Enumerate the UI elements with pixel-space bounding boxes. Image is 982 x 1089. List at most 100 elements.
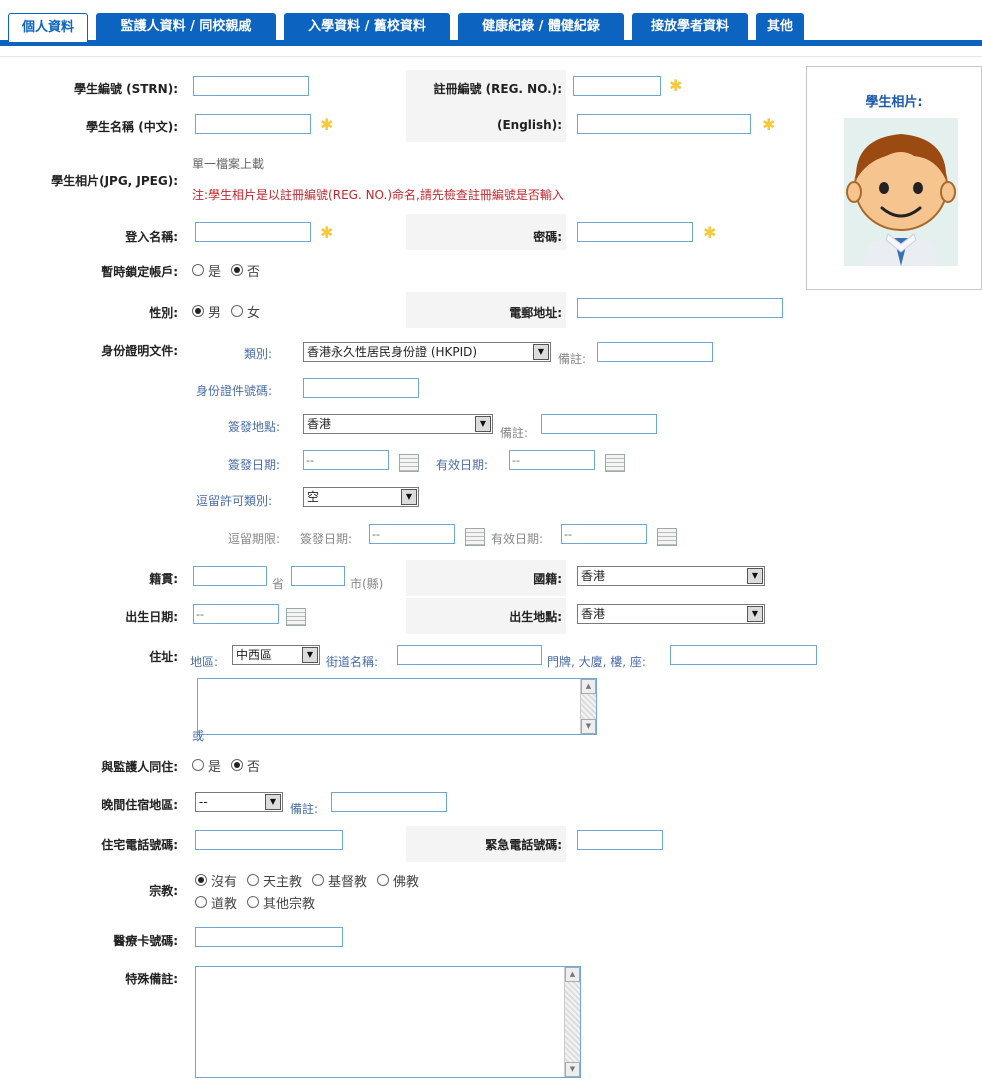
required-star-icon: ✱ <box>320 115 334 134</box>
night-area-select[interactable]: -- ▼ <box>195 792 283 812</box>
dob-input[interactable] <box>193 604 279 624</box>
expiry-date-input[interactable] <box>509 450 595 470</box>
label-name-zh: 學生名稱 (中文): <box>86 120 178 134</box>
radio-female[interactable] <box>231 304 244 317</box>
password-input[interactable] <box>577 222 693 242</box>
calendar-icon[interactable] <box>399 454 419 472</box>
label-issue-date: 簽發日期: <box>228 458 281 472</box>
radio-taoism[interactable] <box>195 895 207 908</box>
student-avatar-icon <box>844 118 958 266</box>
label-permit: 逗留許可類別: <box>196 494 273 508</box>
night-remark-input[interactable] <box>331 792 447 812</box>
name-en-input[interactable] <box>577 114 751 134</box>
radio-no[interactable] <box>231 263 244 276</box>
lock-radio-group: 是否 <box>192 261 270 280</box>
required-star-icon: ✱ <box>320 223 334 242</box>
building-input[interactable] <box>670 645 817 665</box>
label-reg-no: 註冊編號 (REG. NO.): <box>433 82 562 96</box>
label-night-remark: 備註: <box>290 802 319 816</box>
permit-select[interactable]: 空 ▼ <box>303 487 419 507</box>
dropdown-arrow-icon: ▼ <box>265 794 281 810</box>
radio-yes[interactable] <box>192 263 204 276</box>
radio-no[interactable] <box>231 758 244 771</box>
home-phone-input[interactable] <box>195 830 343 850</box>
stay-issue-input[interactable] <box>369 524 455 544</box>
divider <box>0 56 982 57</box>
scroll-down-icon[interactable]: ▼ <box>581 719 596 734</box>
label-dob: 出生日期: <box>125 610 178 624</box>
label-password: 密碼: <box>533 230 562 244</box>
label-religion: 宗教: <box>149 884 178 898</box>
label-city: 市(縣) <box>350 577 384 591</box>
issue-date-input[interactable] <box>303 450 389 470</box>
dropdown-arrow-icon: ▼ <box>401 489 417 505</box>
scrollbar[interactable]: ▲ ▼ <box>564 967 580 1077</box>
id-number-input[interactable] <box>303 378 419 398</box>
tab-others[interactable]: 其他 <box>756 13 804 40</box>
tab-admission[interactable]: 入學資料 / 舊校資料 <box>284 13 450 40</box>
radio-none[interactable] <box>195 873 207 886</box>
label-stay-limit: 逗留期限: <box>228 532 281 546</box>
district-select[interactable]: 中西區 ▼ <box>232 645 320 665</box>
id-remark-input[interactable] <box>597 342 713 362</box>
radio-other-religion[interactable] <box>247 895 260 908</box>
tab-pickup[interactable]: 接放學者資料 <box>632 13 748 40</box>
city-input[interactable] <box>291 566 345 586</box>
tab-underline <box>0 40 982 46</box>
stay-expiry-input[interactable] <box>561 524 647 544</box>
photo-title: 學生相片: <box>865 95 923 110</box>
medical-card-input[interactable] <box>195 927 343 947</box>
radio-christian[interactable] <box>312 873 325 886</box>
dropdown-arrow-icon: ▼ <box>747 568 763 584</box>
label-id-doc: 身份證明文件: <box>101 344 178 358</box>
strn-input[interactable] <box>193 76 309 96</box>
label-building: 門牌, 大廈, 樓, 座: <box>547 655 646 669</box>
label-night-area: 晚間住宿地區: <box>101 798 178 812</box>
province-input[interactable] <box>193 566 267 586</box>
radio-yes[interactable] <box>192 758 204 771</box>
reg-no-input[interactable] <box>573 76 661 96</box>
issue-place-select[interactable]: 香港 ▼ <box>303 414 493 434</box>
label-strn: 學生編號 (STRN): <box>73 82 178 96</box>
radio-buddhism[interactable] <box>377 873 390 886</box>
label-special-remark: 特殊備註: <box>125 972 178 986</box>
label-native: 籍貫: <box>149 572 178 586</box>
label-issue-remark: 備註: <box>500 426 529 440</box>
tab-personal[interactable]: 個人資料 <box>8 13 88 42</box>
photo-note: 注:學生相片是以註冊編號(REG. NO.)命名,請先檢查註冊編號是否輸入 <box>192 188 564 202</box>
upload-hint[interactable]: 單一檔案上載 <box>192 155 264 172</box>
calendar-icon[interactable] <box>465 528 485 546</box>
label-or: 或 <box>192 729 205 743</box>
label-email: 電郵地址: <box>509 306 562 320</box>
label-address: 住址: <box>149 650 178 664</box>
radio-catholic[interactable] <box>247 873 260 886</box>
tab-guardian[interactable]: 監護人資料 / 同校親戚 <box>96 13 276 40</box>
scroll-down-icon[interactable]: ▼ <box>565 1062 580 1077</box>
birthplace-select[interactable]: 香港 ▼ <box>577 604 765 624</box>
calendar-icon[interactable] <box>605 454 625 472</box>
emergency-phone-input[interactable] <box>577 830 663 850</box>
calendar-icon[interactable] <box>657 528 677 546</box>
label-issue-place: 簽發地點: <box>228 420 281 434</box>
calendar-icon[interactable] <box>286 608 306 626</box>
nationality-select[interactable]: 香港 ▼ <box>577 566 765 586</box>
login-input[interactable] <box>195 222 311 242</box>
required-star-icon: ✱ <box>669 76 683 95</box>
id-type-select[interactable]: 香港永久性居民身份證 (HKPID) ▼ <box>303 342 551 362</box>
email-input[interactable] <box>577 298 783 318</box>
scrollbar[interactable]: ▲ ▼ <box>580 679 596 734</box>
name-zh-input[interactable] <box>195 114 311 134</box>
photo-panel: 學生相片: <box>806 66 982 290</box>
label-street: 街道名稱: <box>326 655 379 669</box>
label-birthplace: 出生地點: <box>509 610 562 624</box>
tab-health[interactable]: 健康紀錄 / 體健紀錄 <box>458 13 624 40</box>
street-input[interactable] <box>397 645 542 665</box>
required-star-icon: ✱ <box>703 223 717 242</box>
issue-remark-input[interactable] <box>541 414 657 434</box>
radio-male[interactable] <box>192 304 204 317</box>
dropdown-arrow-icon: ▼ <box>475 416 491 432</box>
scroll-up-icon[interactable]: ▲ <box>581 679 596 694</box>
scroll-up-icon[interactable]: ▲ <box>565 967 580 982</box>
special-remark-textarea[interactable] <box>195 966 581 1078</box>
address-textarea[interactable] <box>197 678 597 735</box>
